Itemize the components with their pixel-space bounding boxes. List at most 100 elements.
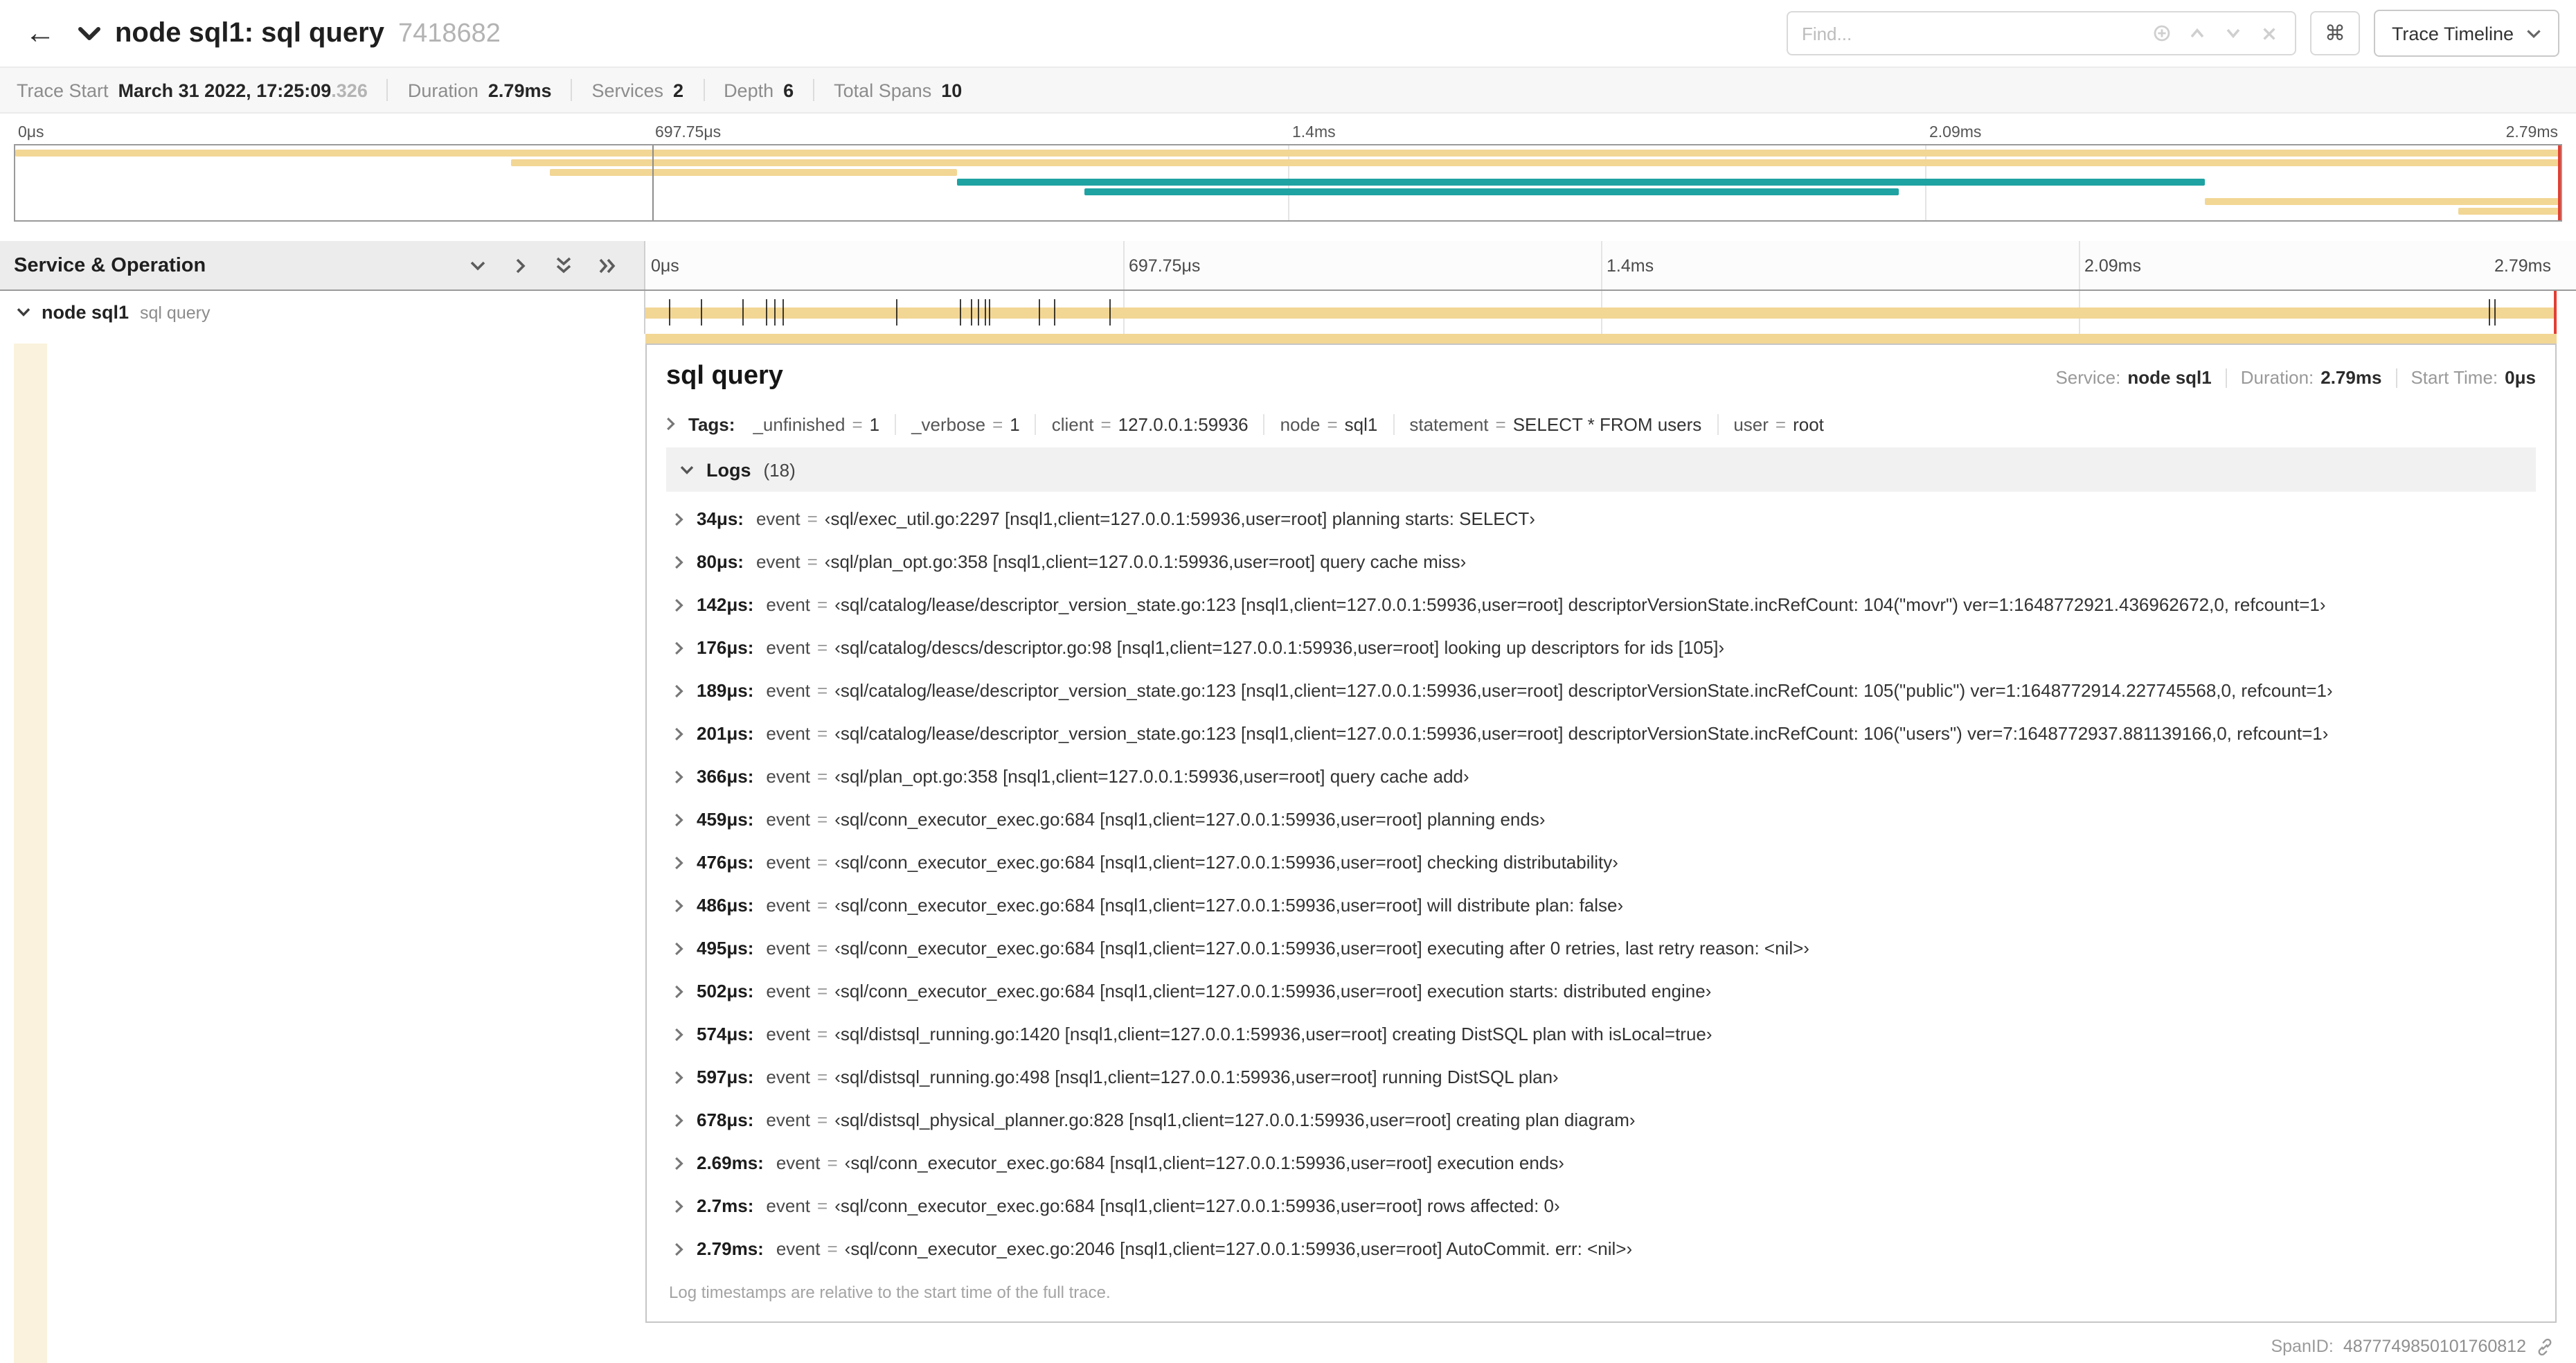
log-tick[interactable]	[774, 299, 776, 326]
log-equals: =	[817, 1067, 828, 1087]
log-entry[interactable]: 495μs: event = ‹sql/conn_executor_exec.g…	[666, 927, 2536, 970]
keyboard-shortcuts-button[interactable]: ⌘	[2309, 11, 2360, 55]
expand-all-icon[interactable]	[597, 256, 616, 275]
log-entry[interactable]: 366μs: event = ‹sql/plan_opt.go:358 [nsq…	[666, 755, 2536, 798]
log-tick[interactable]	[1038, 299, 1040, 326]
log-entry[interactable]: 142μs: event = ‹sql/catalog/lease/descri…	[666, 583, 2536, 626]
log-tick[interactable]	[984, 299, 986, 326]
log-entry[interactable]: 2.7ms: event = ‹sql/conn_executor_exec.g…	[666, 1184, 2536, 1227]
log-expand-icon[interactable]	[674, 1113, 684, 1127]
next-result-icon[interactable]	[2217, 17, 2251, 50]
log-entry[interactable]: 459μs: event = ‹sql/conn_executor_exec.g…	[666, 798, 2536, 841]
log-key: event	[776, 1238, 821, 1259]
log-expand-icon[interactable]	[674, 727, 684, 740]
page-header: ← node sql1: sql query 7418682 Find... ⌘…	[0, 0, 2576, 66]
find-input[interactable]	[1787, 14, 2137, 53]
minimap-scrubber-line[interactable]	[652, 145, 653, 220]
log-tick[interactable]	[896, 299, 898, 326]
log-entry[interactable]: 574μs: event = ‹sql/distsql_running.go:1…	[666, 1013, 2536, 1055]
prev-result-icon[interactable]	[2181, 17, 2215, 50]
log-entry[interactable]: 476μs: event = ‹sql/conn_executor_exec.g…	[666, 841, 2536, 884]
log-tick[interactable]	[2494, 299, 2496, 326]
log-value: ‹sql/exec_util.go:2297 [nsql1,client=127…	[824, 508, 1535, 529]
span-detail-header: sql query Service: node sql1 Duration: 2…	[666, 362, 2536, 392]
log-tick[interactable]	[989, 299, 991, 326]
back-button[interactable]: ←	[17, 10, 64, 57]
minimap-canvas[interactable]	[14, 144, 2562, 222]
log-key: event	[766, 594, 811, 615]
log-entry[interactable]: 597μs: event = ‹sql/distsql_running.go:4…	[666, 1055, 2536, 1098]
summary-item: Depth 6	[683, 79, 794, 101]
summary-item: Services 2	[552, 79, 684, 101]
log-expand-icon[interactable]	[674, 1242, 684, 1256]
span-meta-label: Service:	[2055, 367, 2121, 388]
logs-count: (18)	[763, 459, 796, 480]
log-expand-icon[interactable]	[674, 984, 684, 998]
summary-label: Trace Start	[17, 80, 109, 100]
log-expand-icon[interactable]	[674, 769, 684, 783]
log-tick[interactable]	[971, 299, 973, 326]
minimap-right-handle[interactable]	[2558, 145, 2561, 220]
log-tick[interactable]	[742, 299, 744, 326]
log-tick[interactable]	[766, 299, 768, 326]
log-tick[interactable]	[700, 299, 702, 326]
log-entry[interactable]: 201μs: event = ‹sql/catalog/lease/descri…	[666, 712, 2536, 755]
log-entry[interactable]: 2.79ms: event = ‹sql/conn_executor_exec.…	[666, 1227, 2536, 1270]
logs-collapse-icon[interactable]	[680, 465, 694, 474]
log-tick[interactable]	[1054, 299, 1056, 326]
copy-link-icon[interactable]	[2536, 1337, 2554, 1355]
trace-view-dropdown[interactable]: Trace Timeline	[2373, 10, 2559, 57]
log-expand-icon[interactable]	[674, 598, 684, 612]
log-tick[interactable]	[668, 299, 670, 326]
log-expand-icon[interactable]	[674, 1027, 684, 1041]
log-key: event	[766, 1110, 811, 1130]
log-expand-icon[interactable]	[674, 641, 684, 654]
span-collapse-icon[interactable]	[17, 308, 30, 317]
collapse-one-icon[interactable]	[468, 256, 488, 275]
log-key: event	[766, 1024, 811, 1044]
tags-row[interactable]: Tags: _unfinished = 1 _verbose = 1 clien…	[666, 403, 2536, 445]
log-equals: =	[817, 723, 828, 744]
timeline-right-handle[interactable]	[2554, 291, 2557, 334]
log-equals: =	[817, 852, 828, 873]
log-expand-icon[interactable]	[674, 855, 684, 869]
log-expand-icon[interactable]	[674, 1199, 684, 1213]
log-entry[interactable]: 486μs: event = ‹sql/conn_executor_exec.g…	[666, 884, 2536, 927]
log-expand-icon[interactable]	[674, 812, 684, 826]
log-expand-icon[interactable]	[674, 555, 684, 569]
log-tick[interactable]	[782, 299, 785, 326]
trace-collapse-icon[interactable]	[78, 26, 101, 41]
log-entry[interactable]: 34μs: event = ‹sql/exec_util.go:2297 [ns…	[666, 497, 2536, 540]
log-equals: =	[817, 809, 828, 830]
log-tick[interactable]	[978, 299, 980, 326]
log-expand-icon[interactable]	[674, 1070, 684, 1084]
minimap-span-row	[15, 197, 2561, 206]
log-expand-icon[interactable]	[674, 512, 684, 526]
log-expand-icon[interactable]	[674, 1156, 684, 1170]
span-id-row: SpanID: 4877749850101760812	[2271, 1330, 2554, 1363]
log-entry[interactable]: 678μs: event = ‹sql/distsql_physical_pla…	[666, 1098, 2536, 1141]
log-expand-icon[interactable]	[674, 941, 684, 955]
expand-one-icon[interactable]	[511, 256, 530, 275]
log-entry[interactable]: 189μs: event = ‹sql/catalog/lease/descri…	[666, 669, 2536, 712]
log-value: ‹sql/conn_executor_exec.go:684 [nsql1,cl…	[844, 1152, 1564, 1173]
log-tick[interactable]	[1109, 299, 1111, 326]
log-expand-icon[interactable]	[674, 898, 684, 912]
log-entry[interactable]: 80μs: event = ‹sql/plan_opt.go:358 [nsql…	[666, 540, 2536, 583]
span-row-name-cell[interactable]: node sql1 sql query	[0, 291, 645, 334]
minimap-span-bar	[2458, 208, 2561, 215]
collapse-all-icon[interactable]	[554, 256, 573, 275]
log-tick[interactable]	[960, 299, 961, 326]
clear-search-icon[interactable]	[2253, 17, 2287, 50]
tags-expand-icon[interactable]	[666, 417, 676, 431]
log-entry[interactable]: 176μs: event = ‹sql/catalog/descs/descri…	[666, 626, 2536, 669]
log-entry[interactable]: 502μs: event = ‹sql/conn_executor_exec.g…	[666, 970, 2536, 1013]
logs-header[interactable]: Logs (18)	[666, 447, 2536, 492]
log-tick[interactable]	[2488, 299, 2490, 326]
logs-title: Logs	[706, 459, 751, 480]
log-expand-icon[interactable]	[674, 684, 684, 697]
trace-summary-bar: Trace Start March 31 2022, 17:25:09 .326…	[0, 66, 2576, 114]
log-entry[interactable]: 2.69ms: event = ‹sql/conn_executor_exec.…	[666, 1141, 2536, 1184]
locate-icon[interactable]	[2145, 17, 2179, 50]
summary-value: 6	[783, 80, 794, 100]
